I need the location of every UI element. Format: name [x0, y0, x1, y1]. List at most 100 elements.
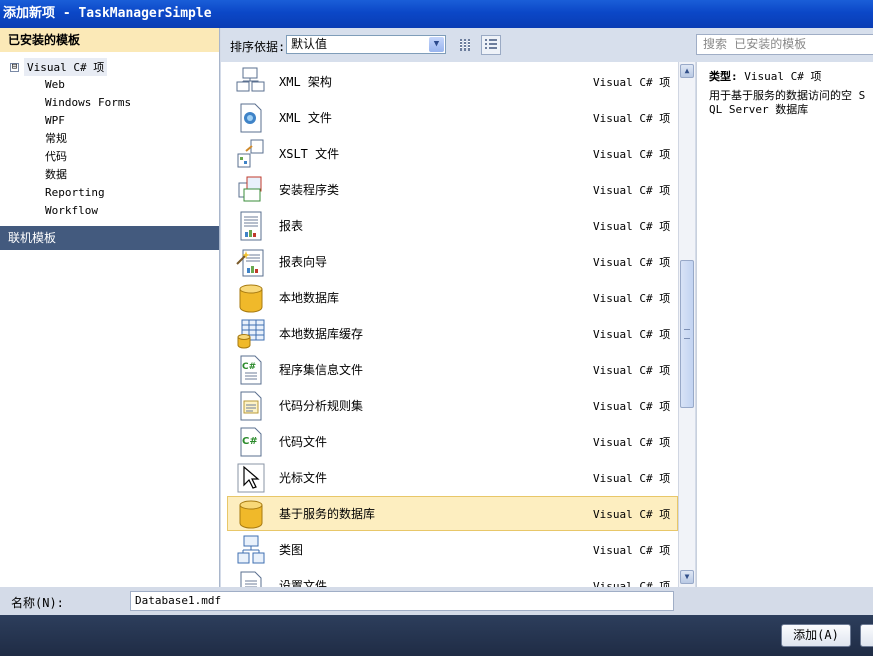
installer-class-icon [238, 176, 262, 202]
item-type: Visual C# 项 [593, 580, 671, 587]
item-type: Visual C# 项 [593, 148, 671, 161]
item-type: Visual C# 项 [593, 436, 671, 449]
name-bar: 名称(N): Database1.mdf [0, 587, 873, 615]
local-database-cache-icon [237, 319, 265, 349]
ruleset-icon [240, 391, 262, 421]
tree-child-data[interactable]: 数据 [45, 166, 67, 184]
template-tree-pane: 已安装的模板 ⊟ Visual C# 项 Web Windows Forms W… [0, 28, 220, 587]
item-name: 基于服务的数据库 [279, 507, 376, 521]
toolbar: 排序依据: 默认值 ▼ 搜索 已安装的模板 [221, 28, 873, 62]
window-title: 添加新项 - TaskManagerSimple [3, 6, 212, 21]
item-description: 用于基于服务的数据访问的空 SQL Server 数据库 [709, 89, 866, 116]
list-item-report[interactable]: 报表 Visual C# 项 [227, 208, 678, 243]
chevron-down-icon[interactable]: ▼ [429, 37, 444, 52]
list-item-xml-schema[interactable]: XML 架构 Visual C# 项 [227, 64, 678, 99]
svg-text:C#: C# [242, 436, 258, 447]
template-list-scrollbar[interactable]: ▲ ▼ [678, 62, 695, 587]
search-input[interactable]: 搜索 已安装的模板 [696, 34, 873, 55]
grip-icon [684, 329, 690, 339]
list-item-ruleset[interactable]: 代码分析规则集 Visual C# 项 [227, 388, 678, 423]
item-name: 报表向导 [279, 255, 328, 269]
xslt-file-icon [237, 139, 264, 168]
small-icons-view-icon [460, 39, 470, 51]
item-type: Visual C# 项 [593, 328, 671, 341]
list-item-local-database[interactable]: 本地数据库 Visual C# 项 [227, 280, 678, 315]
item-type: Visual C# 项 [593, 508, 671, 521]
name-label: 名称(N): [11, 596, 64, 610]
name-input[interactable]: Database1.mdf [130, 591, 674, 611]
details-pane: 类型: Visual C# 项 用于基于服务的数据访问的空 SQL Server… [696, 62, 873, 587]
template-list[interactable]: XML 架构 Visual C# 项 XML 文件 Visual C# 项 XS… [221, 62, 678, 587]
cancel-button[interactable] [860, 624, 873, 647]
item-name: 设置文件 [279, 579, 328, 587]
list-item-service-database[interactable]: 基于服务的数据库 Visual C# 项 [227, 496, 678, 531]
list-view-button[interactable] [481, 35, 501, 55]
small-icons-view-button[interactable] [456, 35, 476, 55]
assembly-info-icon: C# [240, 355, 262, 385]
item-name: XML 架构 [279, 75, 332, 89]
class-diagram-icon [237, 535, 265, 564]
tree-child-wpf[interactable]: WPF [45, 112, 65, 130]
item-name: 代码分析规则集 [279, 399, 364, 413]
code-file-icon: C# [240, 427, 262, 457]
list-item-class-diagram[interactable]: 类图 Visual C# 项 [227, 532, 678, 567]
settings-file-icon [240, 571, 262, 587]
list-item-assembly-info[interactable]: C# 程序集信息文件 Visual C# 项 [227, 352, 678, 387]
item-name: 报表 [279, 219, 304, 233]
local-database-icon [239, 284, 263, 313]
search-placeholder: 搜索 已安装的模板 [703, 37, 807, 51]
list-item-xslt-file[interactable]: XSLT 文件 Visual C# 项 [227, 136, 678, 171]
tree-child-web[interactable]: Web [45, 76, 65, 94]
scroll-up-arrow-icon[interactable]: ▲ [680, 64, 694, 78]
button-bar: 添加(A) [0, 615, 873, 656]
tree-child-general[interactable]: 常规 [45, 130, 67, 148]
service-database-icon [239, 500, 263, 529]
item-name: 本地数据库 [279, 291, 340, 305]
tree-child-windows-forms[interactable]: Windows Forms [45, 94, 131, 112]
tree-node-label[interactable]: Visual C# 项 [24, 58, 108, 76]
sort-value: 默认值 [291, 37, 328, 51]
list-item-local-database-cache[interactable]: 本地数据库缓存 Visual C# 项 [227, 316, 678, 351]
tree-node-visual-csharp[interactable]: ⊟ Visual C# 项 [10, 58, 108, 76]
list-view-icon [485, 39, 497, 49]
type-value: Visual C# 项 [744, 70, 822, 83]
xml-file-icon [240, 103, 262, 133]
collapse-icon[interactable]: ⊟ [10, 62, 19, 72]
tree-child-code[interactable]: 代码 [45, 148, 67, 166]
list-item-code-file[interactable]: C# 代码文件 Visual C# 项 [227, 424, 678, 459]
report-icon [240, 211, 262, 241]
item-name: 本地数据库缓存 [279, 327, 364, 341]
item-type: Visual C# 项 [593, 292, 671, 305]
list-item-cursor-file[interactable]: 光标文件 Visual C# 项 [227, 460, 678, 495]
installed-templates-header[interactable]: 已安装的模板 [0, 28, 219, 52]
item-type: Visual C# 项 [593, 400, 671, 413]
scrollbar-thumb[interactable] [680, 260, 694, 408]
scroll-down-arrow-icon[interactable]: ▼ [680, 570, 694, 584]
xml-schema-icon [236, 67, 265, 92]
item-type: Visual C# 项 [593, 256, 671, 269]
tree-child-workflow[interactable]: Workflow [45, 202, 98, 220]
online-templates-header[interactable]: 联机模板 [0, 226, 219, 250]
item-name: XSLT 文件 [279, 147, 340, 161]
item-type: Visual C# 项 [593, 76, 671, 89]
list-item-report-wizard[interactable]: 报表向导 Visual C# 项 [227, 244, 678, 279]
report-wizard-icon [236, 249, 264, 277]
item-name: 代码文件 [279, 435, 328, 449]
type-line: 类型: Visual C# 项 [709, 68, 821, 84]
tree-child-reporting[interactable]: Reporting [45, 184, 105, 202]
item-name: 类图 [279, 543, 304, 557]
item-name: 安装程序类 [279, 183, 340, 197]
item-type: Visual C# 项 [593, 544, 671, 557]
item-type: Visual C# 项 [593, 364, 671, 377]
type-label: 类型: [709, 70, 738, 83]
svg-text:C#: C# [242, 362, 256, 372]
list-item-installer-class[interactable]: 安装程序类 Visual C# 项 [227, 172, 678, 207]
sort-label: 排序依据: [230, 40, 286, 54]
add-button[interactable]: 添加(A) [781, 624, 851, 647]
sort-dropdown[interactable]: 默认值 ▼ [286, 35, 446, 54]
list-item-settings-file[interactable]: 设置文件 Visual C# 项 [227, 568, 678, 587]
item-name: 程序集信息文件 [279, 363, 364, 377]
list-item-xml-file[interactable]: XML 文件 Visual C# 项 [227, 100, 678, 135]
item-type: Visual C# 项 [593, 184, 671, 197]
item-name: 光标文件 [279, 471, 328, 485]
